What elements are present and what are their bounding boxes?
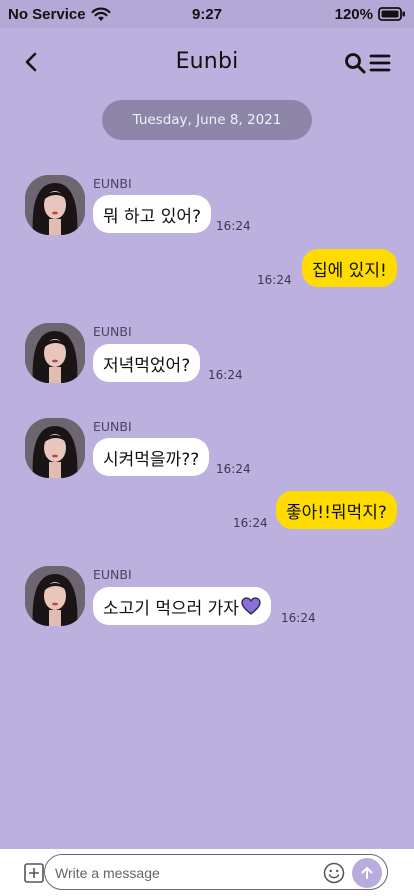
emoji-icon[interactable] [323, 862, 345, 884]
carrier-label: No Service [8, 5, 86, 23]
add-icon[interactable] [24, 863, 44, 883]
send-button[interactable] [352, 858, 382, 888]
heart-icon [241, 597, 261, 615]
date-divider: Tuesday, June 8, 2021 [102, 100, 312, 140]
message-bubble-incoming[interactable]: 뭐 하고 있어? [93, 195, 212, 233]
message-bubble-outgoing[interactable]: 좋아!!뭐먹지? [276, 491, 397, 529]
sender-name: EUNBI [93, 324, 132, 339]
avatar-photo [25, 566, 85, 626]
wifi-icon [91, 7, 111, 21]
avatar[interactable] [25, 566, 85, 626]
battery-icon [378, 7, 405, 21]
sender-name: EUNBI [93, 419, 132, 434]
avatar-photo [25, 323, 85, 383]
avatar-photo [25, 175, 85, 235]
status-left: No Service [8, 6, 111, 23]
message-bubble-incoming[interactable]: 저녁먹었어? [93, 344, 201, 382]
message-bubble-outgoing[interactable]: 집에 있지! [302, 249, 397, 287]
sender-name: EUNBI [93, 176, 132, 191]
message-time: 16:24 [257, 273, 292, 287]
back-arrow-icon[interactable] [20, 50, 44, 74]
status-right: 120% [335, 6, 406, 23]
avatar[interactable] [25, 418, 85, 478]
avatar-photo [25, 418, 85, 478]
message-time: 16:24 [216, 219, 251, 233]
message-time: 16:24 [233, 516, 268, 530]
chat-title: Eunbi [175, 48, 239, 74]
sender-name: EUNBI [93, 567, 132, 582]
avatar[interactable] [25, 175, 85, 235]
menu-icon[interactable] [369, 52, 391, 74]
chat-header: Eunbi [0, 28, 414, 94]
status-bar: No Service 9:27 120% [0, 0, 414, 28]
message-time: 16:24 [281, 611, 316, 625]
battery-label: 120% [334, 5, 373, 23]
send-icon [361, 867, 373, 879]
avatar[interactable] [25, 323, 85, 383]
message-input[interactable] [55, 863, 315, 883]
message-time: 16:24 [208, 368, 243, 382]
search-icon[interactable] [344, 52, 366, 74]
message-time: 16:24 [216, 462, 251, 476]
message-bubble-incoming[interactable]: 시켜먹을까?? [93, 438, 210, 476]
message-text: 소고기 먹으러 가자 [103, 598, 239, 619]
message-bubble-incoming[interactable]: 소고기 먹으러 가자 [93, 587, 271, 625]
